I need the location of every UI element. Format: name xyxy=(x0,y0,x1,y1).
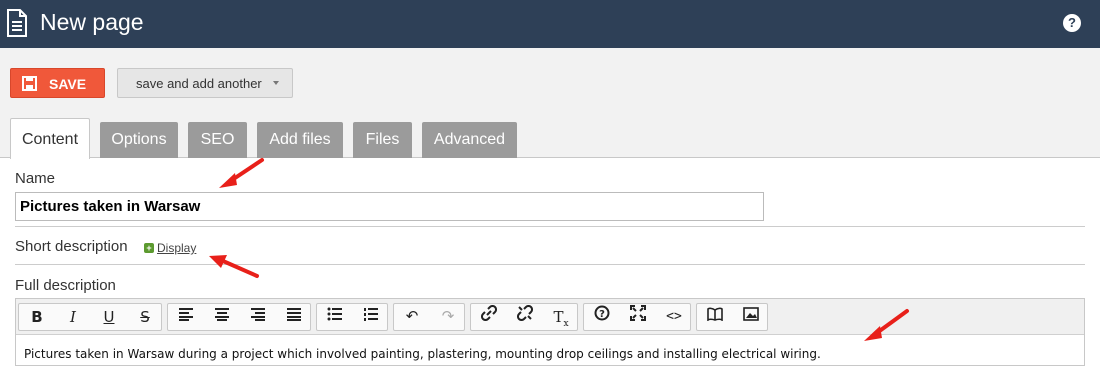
numbered-list-icon[interactable] xyxy=(353,304,389,330)
link-icon[interactable] xyxy=(471,304,507,330)
history-group: ↶ ↷ xyxy=(393,303,465,331)
tab-add-files[interactable]: Add files xyxy=(257,122,343,158)
save-button-label: SAVE xyxy=(49,76,87,92)
header-bar: New page ? xyxy=(0,0,1100,48)
unlink-icon[interactable] xyxy=(507,304,543,330)
align-left-icon[interactable] xyxy=(168,304,204,330)
align-group xyxy=(167,303,311,331)
plus-icon: + xyxy=(144,242,154,253)
tab-options[interactable]: Options xyxy=(100,122,178,158)
format-group: B I U S xyxy=(18,303,162,331)
help-icon[interactable]: ? xyxy=(1063,14,1081,32)
display-short-description-link[interactable]: + Display xyxy=(144,240,196,255)
save-and-add-another-label: save and add another xyxy=(136,76,262,91)
redo-icon[interactable]: ↷ xyxy=(430,304,466,330)
bullet-list-icon[interactable] xyxy=(317,304,353,330)
editor-content[interactable]: Pictures taken in Warsaw during a projec… xyxy=(24,347,821,361)
tab-files[interactable]: Files xyxy=(353,122,412,158)
fullscreen-icon[interactable] xyxy=(620,304,656,330)
tab-seo[interactable]: SEO xyxy=(188,122,247,158)
book-icon[interactable] xyxy=(697,304,733,330)
tab-advanced[interactable]: Advanced xyxy=(422,122,517,158)
document-icon xyxy=(6,9,28,42)
align-right-icon[interactable] xyxy=(240,304,276,330)
svg-text:?: ? xyxy=(599,309,605,320)
misc-group: ? <> xyxy=(583,303,691,331)
save-button[interactable]: SAVE xyxy=(10,68,105,98)
list-group xyxy=(316,303,388,331)
undo-icon[interactable]: ↶ xyxy=(394,304,430,330)
source-code-icon[interactable]: <> xyxy=(656,304,692,330)
divider xyxy=(15,226,1085,227)
divider xyxy=(15,264,1085,265)
page-title: New page xyxy=(40,9,144,35)
caret-down-icon xyxy=(273,81,279,85)
annotation-arrow-icon xyxy=(209,255,259,278)
image-icon[interactable] xyxy=(733,304,769,330)
link-group: Tx xyxy=(470,303,578,331)
editor-toolbar: B I U S ↶ ↷ Tx ? <> xyxy=(16,299,1084,335)
name-field[interactable] xyxy=(15,192,764,221)
insert-group xyxy=(696,303,768,331)
save-and-add-another-button[interactable]: save and add another xyxy=(117,68,293,98)
align-center-icon[interactable] xyxy=(204,304,240,330)
help-circle-icon[interactable]: ? xyxy=(584,304,620,330)
underline-icon[interactable]: U xyxy=(91,304,127,330)
tab-content[interactable]: Content xyxy=(10,118,90,159)
annotation-arrow-icon xyxy=(864,309,909,341)
strikethrough-icon[interactable]: S xyxy=(127,304,163,330)
italic-icon[interactable]: I xyxy=(55,304,91,330)
display-link-label: Display xyxy=(157,240,197,255)
align-justify-icon[interactable] xyxy=(276,304,312,330)
rich-text-editor: B I U S ↶ ↷ Tx ? <> Pictures taken in Wa… xyxy=(15,298,1085,366)
name-label: Name xyxy=(15,170,56,187)
short-description-label: Short description xyxy=(15,238,128,255)
annotation-arrow-icon xyxy=(219,158,264,188)
clear-formatting-icon[interactable]: Tx xyxy=(543,304,579,330)
full-description-label: Full description xyxy=(15,277,116,294)
bold-icon[interactable]: B xyxy=(19,304,55,330)
floppy-disk-icon xyxy=(22,76,37,94)
